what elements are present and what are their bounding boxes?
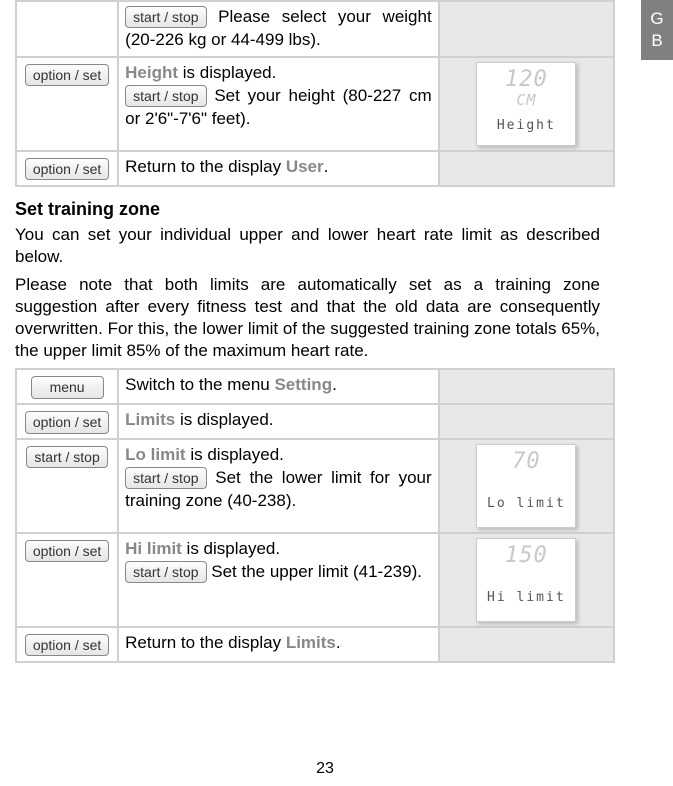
cell-img [439,151,614,186]
text: Return to the display [125,157,286,176]
option-set-button[interactable]: option / set [25,158,110,180]
option-set-button[interactable]: option / set [25,634,110,656]
start-stop-button[interactable]: start / stop [26,446,107,468]
display-label: Hi limit [477,589,575,607]
display-hilimit: 150 Hi limit [476,538,576,622]
cell-btn: option / set [16,404,118,439]
start-stop-button[interactable]: start / stop [125,467,206,489]
cell-img [439,404,614,439]
label-limits: Limits [286,633,336,652]
text: is displayed. [182,539,280,558]
display-unit: CM [477,91,575,109]
label-setting: Setting [274,375,332,394]
option-set-button[interactable]: option / set [25,411,110,433]
display-value: 70 [477,451,575,473]
cell-desc: start / stop Please select your weight (… [118,1,439,57]
label-limits: Limits [125,410,175,429]
cell-btn: menu [16,369,118,404]
cell-desc: Switch to the menu Setting. [118,369,439,404]
cell-desc: Limits is displayed. [118,404,439,439]
cell-btn [16,1,118,57]
cell-desc: Height is displayed. start / stop Set yo… [118,57,439,151]
cell-img [439,1,614,57]
cell-img [439,369,614,404]
cell-btn: option / set [16,627,118,662]
label-height: Height [125,63,178,82]
text: . [336,633,341,652]
section-title: Set training zone [15,199,600,220]
label-user: User [286,157,324,176]
cell-btn: option / set [16,151,118,186]
start-stop-button[interactable]: start / stop [125,6,206,28]
page-content: start / stop Please select your weight (… [0,0,620,663]
text: Return to the display [125,633,286,652]
display-label: Height [477,117,575,135]
setup-table-1: start / stop Please select your weight (… [15,0,615,187]
menu-button[interactable]: menu [31,376,104,398]
cell-desc: Lo limit is displayed. start / stop Set … [118,439,439,533]
page-number: 23 [15,760,635,778]
cell-img: 70 Lo limit [439,439,614,533]
text: is displayed. [175,410,273,429]
cell-img: 120 CM Height [439,57,614,151]
cell-desc: Hi limit is displayed. start / stop Set … [118,533,439,627]
display-lolimit: 70 Lo limit [476,444,576,528]
paragraph: You can set your individual upper and lo… [15,224,600,268]
display-value: 120 [477,69,575,91]
cell-desc: Return to the display Limits. [118,627,439,662]
text: Switch to the menu [125,375,274,394]
setup-table-2: menu Switch to the menu Setting. option … [15,368,615,663]
start-stop-button[interactable]: start / stop [125,85,206,107]
display-label: Lo limit [477,495,575,513]
language-tab: G B [641,0,673,60]
text: Set the upper limit (41-239). [207,562,422,581]
display-height: 120 CM Height [476,62,576,146]
text: . [324,157,329,176]
cell-img: 150 Hi limit [439,533,614,627]
text: . [332,375,337,394]
text: is displayed. [186,445,284,464]
cell-btn: option / set [16,533,118,627]
start-stop-button[interactable]: start / stop [125,561,206,583]
text: is displayed. [178,63,276,82]
cell-btn: option / set [16,57,118,151]
cell-btn: start / stop [16,439,118,533]
cell-img [439,627,614,662]
label-hilimit: Hi limit [125,539,182,558]
cell-desc: Return to the display User. [118,151,439,186]
label-lolimit: Lo limit [125,445,185,464]
display-value: 150 [477,545,575,567]
option-set-button[interactable]: option / set [25,540,110,562]
option-set-button[interactable]: option / set [25,64,110,86]
paragraph: Please note that both limits are automat… [15,274,600,362]
